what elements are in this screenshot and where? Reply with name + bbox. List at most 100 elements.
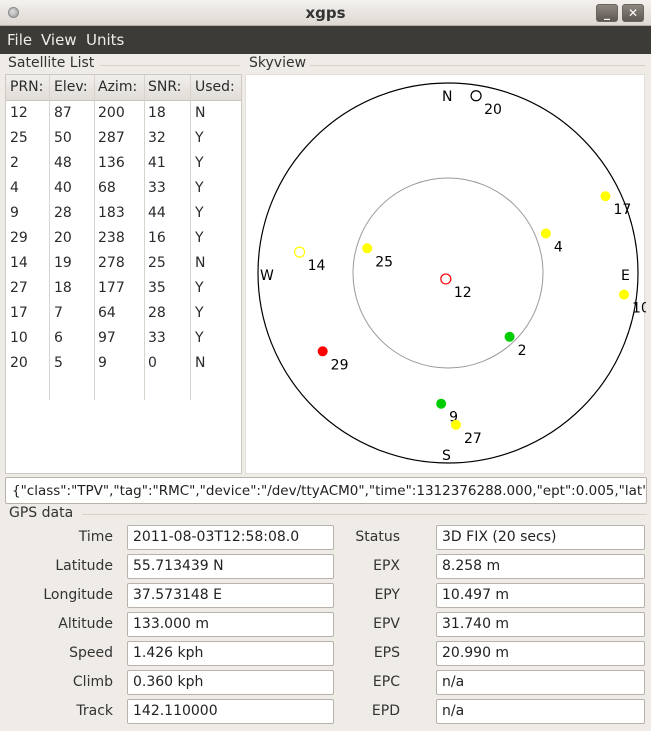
- cell-elev: 87: [54, 105, 72, 121]
- gps-label-longitude: Longitude: [43, 587, 113, 603]
- cell-azim: 177: [98, 280, 125, 296]
- cell-prn: 20: [10, 355, 28, 371]
- gps-value-time: 2011-08-03T12:58:08.0: [127, 525, 334, 550]
- satellite-marker-12: [440, 273, 452, 285]
- gps-label-time: Time: [78, 529, 113, 545]
- frame-border: [82, 514, 647, 515]
- satellite-marker-17: [600, 191, 611, 202]
- gps-value-epv: 31.740 m: [436, 612, 645, 637]
- cell-elev: 28: [54, 205, 72, 221]
- json-output-field[interactable]: {"class":"TPV","tag":"RMC","device":"/de…: [5, 477, 647, 504]
- cell-azim: 64: [98, 305, 116, 321]
- gps-label-altitude: Altitude: [58, 616, 113, 632]
- skyview-label: Skyview: [249, 55, 307, 71]
- gps-label-epx: EPX: [373, 558, 400, 574]
- cell-used: Y: [195, 230, 204, 246]
- frame-border: [100, 65, 240, 66]
- cell-azim: 68: [98, 180, 116, 196]
- gps-label-climb: Climb: [72, 674, 113, 690]
- menu-view[interactable]: View: [41, 31, 77, 49]
- cell-prn: 17: [10, 305, 28, 321]
- column-header-snr[interactable]: SNR:: [148, 79, 181, 95]
- satellite-marker-29: [317, 346, 328, 357]
- gps-label-epv: EPV: [373, 616, 400, 632]
- column-header-azim[interactable]: Azim:: [98, 79, 137, 95]
- menu-file[interactable]: File: [7, 31, 32, 49]
- satellite-label-25: 25: [375, 254, 393, 270]
- satellite-label-12: 12: [454, 285, 472, 301]
- cell-elev: 7: [54, 305, 63, 321]
- cell-prn: 12: [10, 105, 28, 121]
- east-label: E: [621, 268, 630, 284]
- satellite-marker-25: [362, 243, 373, 254]
- cell-elev: 6: [54, 330, 63, 346]
- cell-prn: 9: [10, 205, 19, 221]
- gps-value-track: 142.110000: [127, 699, 334, 724]
- satellite-label-27: 27: [464, 431, 482, 447]
- cell-snr: 33: [148, 330, 166, 346]
- gps-label-eps: EPS: [373, 645, 400, 661]
- cell-azim: 136: [98, 155, 125, 171]
- cell-used: Y: [195, 180, 204, 196]
- gps-data-label: GPS data: [9, 505, 74, 521]
- cell-elev: 40: [54, 180, 72, 196]
- cell-prn: 29: [10, 230, 28, 246]
- skyview-plot: N S E W 1225249291427171020: [257, 82, 650, 464]
- cell-snr: 33: [148, 180, 166, 196]
- column-divider: [94, 75, 95, 400]
- cell-prn: 14: [10, 255, 28, 271]
- satellite-table[interactable]: PRN: Elev: Azim: SNR: Used: 12 87 200 18 N 25 50 287…: [5, 74, 242, 474]
- south-label: S: [442, 448, 451, 464]
- window-title: xgps: [305, 4, 346, 22]
- cell-used: N: [195, 105, 206, 121]
- cell-snr: 35: [148, 280, 166, 296]
- skyview-panel: N S E W 12 25 2 4 9 29 14 27 17 10 20: [245, 74, 650, 474]
- cell-snr: 0: [148, 355, 157, 371]
- satellite-marker-27: [450, 419, 461, 430]
- gps-label-speed: Speed: [69, 645, 113, 661]
- satellite-marker-10: [619, 289, 630, 300]
- satellite-label-29: 29: [331, 357, 349, 373]
- elevation-45-circle: [352, 177, 544, 369]
- satellite-label-10: 10: [632, 301, 646, 317]
- gps-value-epd: n/a: [436, 699, 645, 724]
- west-label: W: [260, 268, 274, 284]
- cell-elev: 18: [54, 280, 72, 296]
- cell-prn: 25: [10, 130, 28, 146]
- minimize-button[interactable]: _: [596, 4, 618, 22]
- gps-value-status: 3D FIX (20 secs): [436, 525, 645, 550]
- cell-used: N: [195, 255, 206, 271]
- cell-snr: 41: [148, 155, 166, 171]
- cell-elev: 50: [54, 130, 72, 146]
- gps-value-longitude: 37.573148 E: [127, 583, 334, 608]
- cell-elev: 20: [54, 230, 72, 246]
- cell-azim: 9: [98, 355, 107, 371]
- gps-label-epy: EPY: [374, 587, 400, 603]
- cell-azim: 200: [98, 105, 125, 121]
- satellite-label-14: 14: [308, 258, 326, 274]
- cell-azim: 287: [98, 130, 125, 146]
- menu-bar: File View Units: [0, 26, 651, 54]
- cell-snr: 18: [148, 105, 166, 121]
- satellite-label-17: 17: [613, 202, 631, 218]
- north-label: N: [442, 89, 452, 105]
- cell-used: Y: [195, 130, 204, 146]
- column-divider: [144, 75, 145, 400]
- cell-used: Y: [195, 205, 204, 221]
- gps-value-altitude: 133.000 m: [127, 612, 334, 637]
- column-header-elev[interactable]: Elev:: [54, 79, 88, 95]
- gps-value-eps: 20.990 m: [436, 641, 645, 666]
- cell-azim: 97: [98, 330, 116, 346]
- cell-elev: 5: [54, 355, 63, 371]
- cell-azim: 183: [98, 205, 125, 221]
- menu-units[interactable]: Units: [86, 31, 124, 49]
- column-header-used[interactable]: Used:: [195, 79, 235, 95]
- satellite-marker-2: [504, 331, 515, 342]
- cell-snr: 44: [148, 205, 166, 221]
- gps-label-epc: EPC: [372, 674, 400, 690]
- frame-border: [310, 65, 645, 66]
- satellite-list-label: Satellite List: [8, 55, 95, 71]
- close-button[interactable]: ✕: [622, 4, 644, 22]
- cell-elev: 48: [54, 155, 72, 171]
- column-header-prn[interactable]: PRN:: [10, 79, 43, 95]
